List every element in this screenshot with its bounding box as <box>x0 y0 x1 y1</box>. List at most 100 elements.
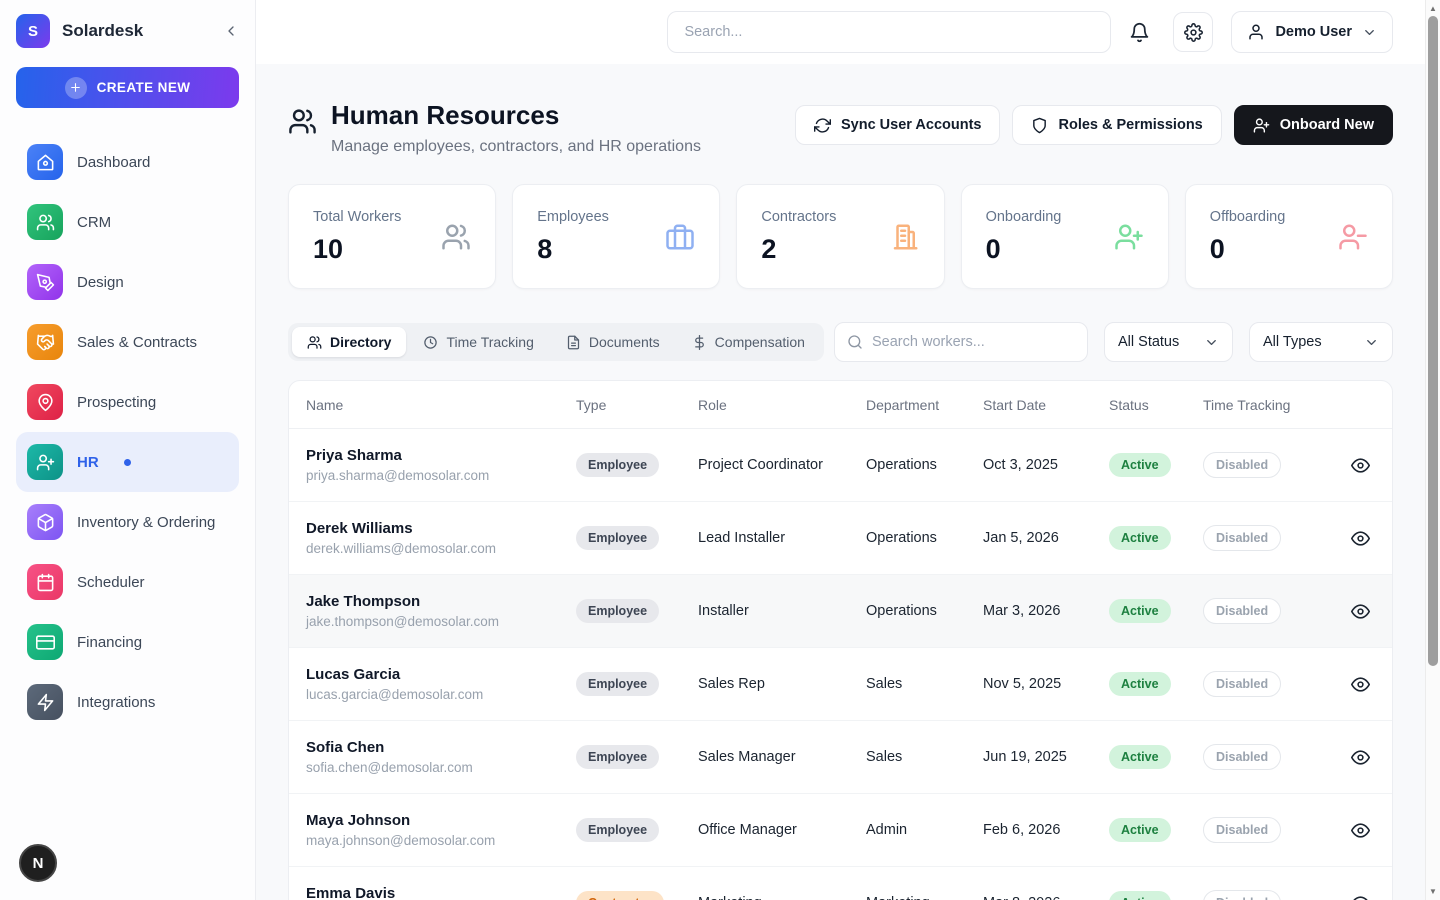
table-body: Priya Sharma priya.sharma@demosolar.com … <box>289 429 1392 900</box>
sidebar: S Solardesk CREATE NEW Dashboard CRM Des… <box>0 0 256 900</box>
time-tracking-badge: Disabled <box>1203 452 1281 478</box>
sidebar-item-crm[interactable]: CRM <box>16 192 239 252</box>
worker-email: priya.sharma@demosolar.com <box>306 468 576 484</box>
tabs: Directory Time Tracking Documents Compen… <box>288 323 824 361</box>
worker-name: Priya Sharma <box>306 447 576 464</box>
worker-name: Jake Thompson <box>306 593 576 610</box>
worker-role: Office Manager <box>698 822 866 838</box>
main-area: Demo User Human Resources Manage employe… <box>256 0 1440 900</box>
sidebar-item-label: Dashboard <box>77 154 150 171</box>
sidebar-nav: Dashboard CRM Design Sales & Contracts P… <box>0 126 255 738</box>
stat-label: Offboarding <box>1210 209 1286 225</box>
stat-value: 8 <box>537 234 609 265</box>
stat-card-offboarding: Offboarding 0 <box>1185 184 1393 289</box>
worker-search-input[interactable] <box>872 334 1075 350</box>
create-new-button[interactable]: CREATE NEW <box>16 67 239 108</box>
view-worker-button[interactable] <box>1351 529 1370 548</box>
sidebar-item-scheduler[interactable]: Scheduler <box>16 552 239 612</box>
view-worker-button[interactable] <box>1351 675 1370 694</box>
credit-card-icon <box>27 624 63 660</box>
worker-start-date: Jun 19, 2025 <box>983 749 1109 765</box>
sidebar-item-inventory-ordering[interactable]: Inventory & Ordering <box>16 492 239 552</box>
sidebar-item-financing[interactable]: Financing <box>16 612 239 672</box>
page-header: Human Resources Manage employees, contra… <box>288 100 1393 156</box>
package-icon <box>27 504 63 540</box>
time-tracking-badge: Disabled <box>1203 817 1281 843</box>
scroll-down-arrow[interactable]: ▼ <box>1426 887 1440 896</box>
type-badge: Employee <box>576 526 659 550</box>
scroll-up-arrow[interactable]: ▲ <box>1426 4 1440 13</box>
view-worker-button[interactable] <box>1351 748 1370 767</box>
sidebar-item-label: Scheduler <box>77 574 145 591</box>
gear-icon <box>1184 23 1203 42</box>
scrollbar-thumb[interactable] <box>1428 16 1438 666</box>
tab-time-tracking[interactable]: Time Tracking <box>408 327 548 357</box>
worker-email: sofia.chen@demosolar.com <box>306 760 576 776</box>
view-worker-button[interactable] <box>1351 456 1370 475</box>
sidebar-item-hr[interactable]: HR <box>16 432 239 492</box>
tab-label: Compensation <box>715 334 805 350</box>
user-plus-icon <box>27 444 63 480</box>
zap-icon <box>27 684 63 720</box>
status-badge: Active <box>1109 453 1171 477</box>
sidebar-item-sales-contracts[interactable]: Sales & Contracts <box>16 312 239 372</box>
tab-directory[interactable]: Directory <box>292 327 406 357</box>
worker-role: Marketing <box>698 895 866 900</box>
worker-email: lucas.garcia@demosolar.com <box>306 687 576 703</box>
browser-scrollbar[interactable]: ▲ ▼ <box>1425 0 1440 900</box>
worker-department: Marketing <box>866 895 983 900</box>
eye-icon <box>1351 821 1370 840</box>
user-plus-icon <box>1114 222 1144 252</box>
tab-documents[interactable]: Documents <box>551 327 675 357</box>
worker-department: Operations <box>866 530 983 546</box>
settings-button[interactable] <box>1173 12 1213 52</box>
plus-icon <box>65 77 87 99</box>
user-menu-button[interactable]: Demo User <box>1231 11 1393 53</box>
topbar: Demo User <box>256 0 1440 64</box>
table-row: Emma Davis Contractor Marketing Marketin… <box>289 867 1392 900</box>
shield-icon <box>1031 117 1048 134</box>
column-header-start-date: Start Date <box>983 397 1109 413</box>
table-row: Jake Thompson jake.thompson@demosolar.co… <box>289 575 1392 648</box>
file-text-icon <box>566 335 581 350</box>
global-search-input[interactable] <box>667 11 1111 53</box>
type-badge: Employee <box>576 818 659 842</box>
dev-badge[interactable]: N <box>19 844 57 882</box>
stat-value: 10 <box>313 234 401 265</box>
refresh-icon <box>814 117 831 134</box>
view-worker-button[interactable] <box>1351 821 1370 840</box>
sidebar-item-prospecting[interactable]: Prospecting <box>16 372 239 432</box>
sidebar-collapse-icon[interactable] <box>223 23 239 39</box>
onboard-new-button[interactable]: Onboard New <box>1234 105 1393 145</box>
tab-label: Documents <box>589 334 660 350</box>
sidebar-item-label: Sales & Contracts <box>77 334 197 351</box>
workers-table: NameTypeRoleDepartmentStart DateStatusTi… <box>288 380 1393 900</box>
notifications-button[interactable] <box>1129 22 1155 43</box>
sidebar-item-integrations[interactable]: Integrations <box>16 672 239 732</box>
tab-compensation[interactable]: Compensation <box>677 327 820 357</box>
calendar-icon <box>27 564 63 600</box>
sidebar-item-design[interactable]: Design <box>16 252 239 312</box>
status-badge: Active <box>1109 526 1171 550</box>
worker-email: maya.johnson@demosolar.com <box>306 833 576 849</box>
roles-permissions-button[interactable]: Roles & Permissions <box>1012 105 1221 145</box>
sync-user-accounts-button[interactable]: Sync User Accounts <box>795 105 1000 145</box>
view-worker-button[interactable] <box>1351 602 1370 621</box>
stat-card-onboarding: Onboarding 0 <box>961 184 1169 289</box>
worker-start-date: Jan 5, 2026 <box>983 530 1109 546</box>
view-worker-button[interactable] <box>1351 894 1370 900</box>
sidebar-item-dashboard[interactable]: Dashboard <box>16 132 239 192</box>
worker-role: Sales Rep <box>698 676 866 692</box>
column-header-type: Type <box>576 397 698 413</box>
search-icon <box>847 334 863 350</box>
building-icon <box>890 222 920 252</box>
type-badge: Employee <box>576 745 659 769</box>
column-header-department: Department <box>866 397 983 413</box>
status-badge: Active <box>1109 891 1171 900</box>
worker-name: Maya Johnson <box>306 812 576 829</box>
type-filter-select[interactable]: All Types <box>1249 322 1393 362</box>
sidebar-item-label: Financing <box>77 634 142 651</box>
type-badge: Employee <box>576 599 659 623</box>
worker-name: Sofia Chen <box>306 739 576 756</box>
status-filter-select[interactable]: All Status <box>1104 322 1233 362</box>
